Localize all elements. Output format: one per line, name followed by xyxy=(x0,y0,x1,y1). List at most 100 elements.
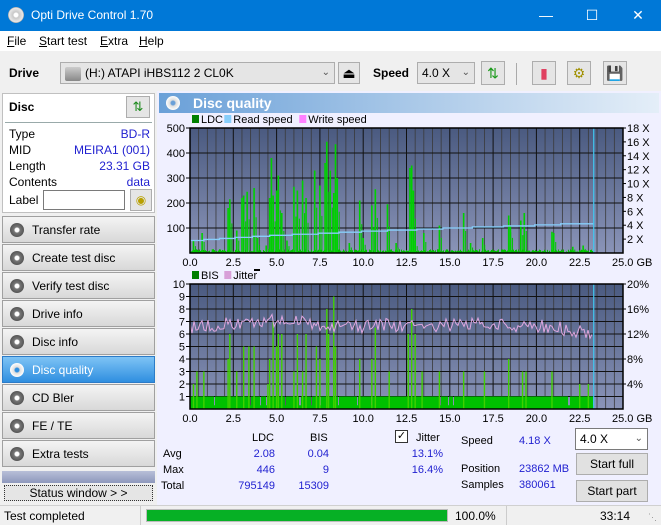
y2-tick-label: 14 X xyxy=(627,151,650,163)
close-button[interactable]: ✕ xyxy=(615,0,661,31)
eject-button[interactable]: ⏏ xyxy=(338,62,360,84)
stats-row-label: Total xyxy=(161,480,185,492)
nav-label: Extra tests xyxy=(32,447,89,461)
stats-col-ldc: LDC xyxy=(252,432,275,444)
extra-tests-icon xyxy=(10,447,24,461)
label-key: Label xyxy=(9,193,39,207)
jitter-label: Jitter xyxy=(416,432,440,444)
start-full-button[interactable]: Start full xyxy=(576,453,648,475)
label-button[interactable]: ◉ xyxy=(130,189,152,211)
menu-hotkey: S xyxy=(39,34,48,48)
resize-grip-icon[interactable]: ⋱ xyxy=(648,512,657,523)
disc-quality-icon xyxy=(166,96,180,110)
toolbar-separator xyxy=(516,63,517,85)
divider xyxy=(5,122,152,123)
disc-panel: Disc ⇅ Type BD-R MID MEIRA1 (001) Length 23… xyxy=(2,93,155,213)
panel-header: Disc quality xyxy=(159,93,659,113)
y2-tick-label: 4 X xyxy=(627,220,644,232)
erase-button[interactable]: ▮ xyxy=(532,61,556,85)
disc-value: BD-R xyxy=(120,127,150,141)
y-tick-label: 10 xyxy=(173,279,185,291)
minimize-button[interactable]: — xyxy=(523,0,569,31)
disc-contents-row: Contents data xyxy=(9,175,150,191)
speed-value: 4.0 X xyxy=(422,66,451,80)
label-input[interactable] xyxy=(43,190,125,210)
jitter-checkbox[interactable]: ✓ xyxy=(395,430,408,443)
menu-label: elp xyxy=(147,34,164,48)
nav-create-test-disc[interactable]: Create test disc xyxy=(2,244,155,271)
maximize-button[interactable]: ☐ xyxy=(569,0,615,31)
y-tick-label: 7 xyxy=(179,317,185,329)
nav-transfer-rate[interactable]: Transfer rate xyxy=(2,216,155,243)
panel-title: Disc quality xyxy=(193,95,272,111)
disc-refresh-button[interactable]: ⇅ xyxy=(126,96,150,118)
chevron-down-icon: ⌄ xyxy=(461,67,470,78)
nav-verify-test-disc[interactable]: Verify test disc xyxy=(2,272,155,299)
y2-tick-label: 8 X xyxy=(627,192,644,204)
x-tick-label: 5.0 xyxy=(269,257,284,269)
eraser-icon: ▮ xyxy=(540,65,548,81)
y2-tick-label: 6 X xyxy=(627,206,644,218)
save-icon: 💾 xyxy=(606,65,624,81)
x-tick-label: 15.0 xyxy=(439,257,460,269)
jitter-max: 16.4% xyxy=(411,464,443,476)
nav-label: Verify test disc xyxy=(32,279,110,293)
status-window-button[interactable]: Status window > > xyxy=(4,485,153,501)
y-tick-label: 200 xyxy=(167,198,185,210)
menu-label: tart test xyxy=(47,34,88,48)
divider xyxy=(506,506,507,525)
x-tick-label: 17.5 xyxy=(482,257,503,269)
y2-tick-label: 18 X xyxy=(627,123,650,135)
refresh-icon: ⇅ xyxy=(487,65,499,81)
x-tick-label: 20.0 xyxy=(526,413,547,425)
position-value: 23862 MB xyxy=(519,463,570,475)
nav-extra-tests[interactable]: Extra tests xyxy=(2,440,155,467)
eject-icon: ⏏ xyxy=(342,65,356,81)
nav-drive-info[interactable]: Drive info xyxy=(2,300,155,327)
test-speed-value: 4.0 X xyxy=(580,432,609,446)
menu-help[interactable]: Help xyxy=(139,34,164,48)
y2-tick-label: 8% xyxy=(627,354,643,366)
menu-extra[interactable]: Extra xyxy=(100,34,128,48)
disc-key: Length xyxy=(9,159,46,173)
fe-te-icon xyxy=(10,419,24,433)
x-tick-label: 10.0 xyxy=(352,413,373,425)
x-tick-label: 7.5 xyxy=(312,413,327,425)
settings-button[interactable]: ⚙ xyxy=(567,61,591,85)
y-tick-label: 9 xyxy=(179,292,185,304)
y-tick-label: 4 xyxy=(179,354,185,366)
window-title: Opti Drive Control 1.70 xyxy=(31,8,154,22)
main-panel: Disc quality LDC Read speed Write speed 0.0… xyxy=(157,91,661,505)
save-button[interactable]: 💾 xyxy=(603,61,627,85)
test-speed-select[interactable]: 4.0 X ⌄ xyxy=(575,428,648,450)
legend-swatch xyxy=(299,115,307,123)
nav-disc-quality[interactable]: Disc quality xyxy=(2,356,155,383)
nav-cd-bler[interactable]: CD Bler xyxy=(2,384,155,411)
disc-length-row: Length 23.31 GB xyxy=(9,159,150,175)
x-tick-label: 2.5 xyxy=(226,257,241,269)
drive-label: Drive xyxy=(9,66,40,80)
refresh-icon: ⇅ xyxy=(132,99,144,114)
y-tick-label: 3 xyxy=(179,367,185,379)
disc-type-row: Type BD-R xyxy=(9,127,150,143)
ldc-max: 446 xyxy=(256,464,275,476)
refresh-button[interactable]: ⇅ xyxy=(481,61,505,85)
nav-label: Create test disc xyxy=(32,251,116,265)
speed-select[interactable]: 4.0 X ⌄ xyxy=(417,62,475,84)
x-tick-label: 2.5 xyxy=(226,413,241,425)
menu-start-test[interactable]: Start test xyxy=(39,34,87,48)
legend-label: Read speed xyxy=(233,114,292,126)
chevron-down-icon: ⌄ xyxy=(634,433,643,444)
chevron-down-icon: ⌄ xyxy=(321,67,330,78)
drive-select[interactable]: (H:) ATAPI iHBS112 2 CL0K ⌄ xyxy=(60,62,335,84)
menu-bar: File Start test Extra Help xyxy=(0,31,661,51)
title-bar: Opti Drive Control 1.70 — ☐ ✕ xyxy=(0,0,661,31)
nav-fe-te[interactable]: FE / TE xyxy=(2,412,155,439)
start-part-button[interactable]: Start part xyxy=(576,480,648,502)
verify-disc-icon xyxy=(10,279,24,293)
x-tick-label: 17.5 xyxy=(482,413,503,425)
nav-label: CD Bler xyxy=(32,391,75,405)
menu-file[interactable]: File xyxy=(7,34,26,48)
nav-disc-info[interactable]: Disc info xyxy=(2,328,155,355)
legend-label: LDC xyxy=(201,114,223,126)
